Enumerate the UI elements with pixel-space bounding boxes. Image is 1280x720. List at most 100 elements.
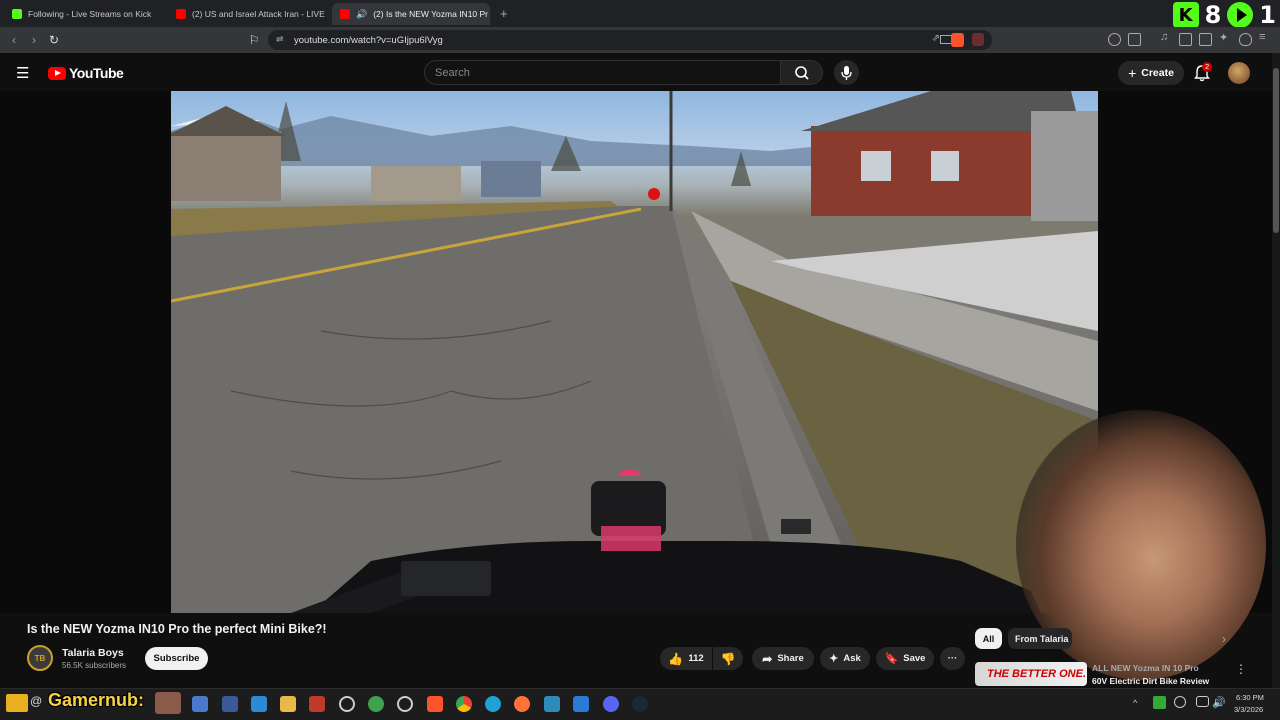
share-label: Share — [777, 653, 804, 664]
tab-kick[interactable]: Following - Live Streams on Kick — [4, 3, 164, 25]
url-text: youtube.com/watch?v=uGIjpu6lVyg — [294, 34, 443, 46]
firefox-icon[interactable] — [514, 696, 530, 712]
subscribe-button[interactable]: Subscribe — [145, 647, 208, 670]
share-page-icon[interactable]: ⇗ — [932, 33, 940, 44]
more-actions-button[interactable]: ··· — [940, 647, 965, 670]
tab-current-video[interactable]: 🔊 (2) Is the NEW Yozma IN10 Pr ✕ — [332, 3, 490, 25]
edge-icon[interactable] — [485, 696, 501, 712]
save-button[interactable]: 🔖 Save — [876, 647, 934, 670]
new-tab-button[interactable]: + — [500, 6, 508, 21]
tray-expand-icon[interactable]: ^ — [1133, 698, 1137, 708]
sparkle-icon: ✦ — [829, 653, 839, 665]
tab-news[interactable]: (2) US and Israel Attack Iran - LIVE Br — [168, 3, 326, 25]
volume-icon[interactable]: 🔊 — [1212, 696, 1226, 709]
chip-from-channel[interactable]: From Talaria — [1008, 628, 1072, 649]
create-label: Create — [1141, 67, 1174, 79]
video-title: Is the NEW Yozma IN10 Pro the perfect Mi… — [27, 622, 327, 636]
recommendation-thumbnail[interactable]: THE BETTER ONE. — [975, 662, 1087, 686]
clock-date[interactable]: 3/3/2026 — [1234, 705, 1263, 714]
tab-title: (2) Is the NEW Yozma IN10 Pr — [373, 9, 489, 19]
wallet-card-icon[interactable] — [1199, 33, 1212, 46]
scrollbar-thumb[interactable] — [1273, 68, 1279, 233]
search-input[interactable]: Search — [424, 60, 781, 85]
site-info-icon[interactable]: ⇌ — [276, 34, 284, 45]
file-explorer-icon[interactable] — [280, 696, 296, 712]
streamer-emote-icon — [155, 692, 181, 714]
browser-toolbar: ‹ › ↻ ⚐ ⇌ youtube.com/watch?v=uGIjpu6lVy… — [0, 27, 1280, 53]
tray-app-icon[interactable] — [1174, 696, 1186, 708]
rewards-icon[interactable] — [972, 33, 984, 46]
taskbar-app-icon[interactable] — [251, 696, 267, 712]
forward-icon[interactable]: › — [26, 32, 42, 48]
search-icon — [795, 66, 809, 80]
overlay-number: 8 — [1204, 1, 1222, 29]
back-icon[interactable]: ‹ — [6, 32, 22, 48]
save-label: Save — [903, 653, 926, 664]
more-dots-icon: ··· — [947, 653, 958, 664]
voice-search-button[interactable] — [834, 60, 859, 85]
recommendation-menu-icon[interactable]: ⋮ — [1235, 662, 1247, 676]
reload-icon[interactable]: ↻ — [46, 32, 62, 48]
taskbar-app-icon[interactable] — [192, 696, 208, 712]
ask-label: Ask — [843, 653, 861, 664]
hamburger-menu-icon[interactable]: ☰ — [16, 64, 29, 82]
create-button[interactable]: + Create — [1118, 61, 1184, 85]
account-avatar[interactable] — [1228, 62, 1250, 84]
youtube-logo[interactable]: YouTube — [48, 65, 124, 81]
steam-icon[interactable] — [632, 696, 648, 712]
brave-browser-icon[interactable] — [427, 696, 443, 712]
video-frame-image — [171, 91, 1098, 613]
ai-sparkle-icon[interactable]: ✦ — [1219, 31, 1232, 44]
taskbar-app-icon[interactable] — [368, 696, 384, 712]
music-icon[interactable]: ♫ — [1160, 31, 1173, 44]
like-count: 112 — [688, 653, 704, 664]
thumbs-up-icon: 👍 — [668, 651, 684, 666]
youtube-play-logo-icon — [48, 66, 66, 80]
vscode-icon[interactable] — [573, 696, 589, 712]
speaker-icon: 🔊 — [356, 8, 368, 19]
plus-icon: + — [1128, 65, 1137, 81]
clock-time[interactable]: 6:30 PM — [1236, 693, 1264, 702]
taskbar-app-icon[interactable] — [309, 696, 325, 712]
share-button[interactable]: ➦ Share — [752, 647, 814, 670]
vpn-shield-icon[interactable] — [1239, 33, 1252, 46]
taskbar-app-icon[interactable] — [339, 696, 355, 712]
address-bar[interactable]: ⇌ youtube.com/watch?v=uGIjpu6lVyg ⇗ — [268, 30, 992, 50]
network-icon[interactable] — [1196, 696, 1209, 707]
chip-all[interactable]: All — [975, 628, 1002, 649]
channel-avatar[interactable]: TB — [27, 645, 53, 671]
chevron-right-icon[interactable]: › — [1222, 632, 1226, 646]
discord-icon[interactable] — [603, 696, 619, 712]
logo-text: YouTube — [69, 65, 124, 81]
wallet-icon[interactable] — [1128, 33, 1141, 46]
youtube-header: ☰ YouTube Search + Create 2 — [0, 53, 1280, 91]
search-placeholder: Search — [435, 66, 470, 79]
bookmark-icon[interactable]: ⚐ — [246, 32, 262, 48]
microphone-icon — [841, 66, 852, 80]
thumbs-down-icon: 👎 — [720, 651, 736, 666]
sidebar-toggle-icon[interactable] — [1179, 33, 1192, 46]
crown-emote-icon — [6, 694, 28, 712]
obs-icon[interactable] — [397, 696, 413, 712]
browser-tab-strip: Following - Live Streams on Kick (2) US … — [0, 0, 1280, 29]
tray-app-icon[interactable] — [1153, 696, 1166, 709]
brave-shield-icon[interactable] — [951, 33, 964, 47]
ask-button[interactable]: ✦ Ask — [820, 647, 870, 670]
youtube-favicon-icon — [340, 9, 350, 19]
search-button[interactable] — [781, 60, 823, 85]
channel-name[interactable]: Talaria Boys — [62, 647, 124, 659]
bookmark-save-icon: 🔖 — [884, 653, 899, 665]
dislike-button[interactable]: 👎 — [713, 647, 743, 670]
menu-icon[interactable]: ≡ — [1259, 31, 1272, 44]
taskbar-app-icon[interactable] — [222, 696, 238, 712]
tab-title: Following - Live Streams on Kick — [28, 9, 152, 19]
chrome-icon[interactable] — [456, 696, 472, 712]
taskbar-app-icon[interactable] — [544, 696, 560, 712]
recommendation-title[interactable]: ALL NEW Yozma IN 10 Pro — [1092, 663, 1199, 673]
extensions-icon[interactable] — [1108, 33, 1121, 46]
video-player[interactable] — [171, 91, 1098, 613]
recommendation-subtitle[interactable]: 60V Electric Dirt Bike Review — [1092, 676, 1209, 686]
like-button[interactable]: 👍 112 — [660, 647, 712, 670]
kick-favicon-icon — [12, 9, 22, 19]
youtube-favicon-icon — [176, 9, 186, 19]
